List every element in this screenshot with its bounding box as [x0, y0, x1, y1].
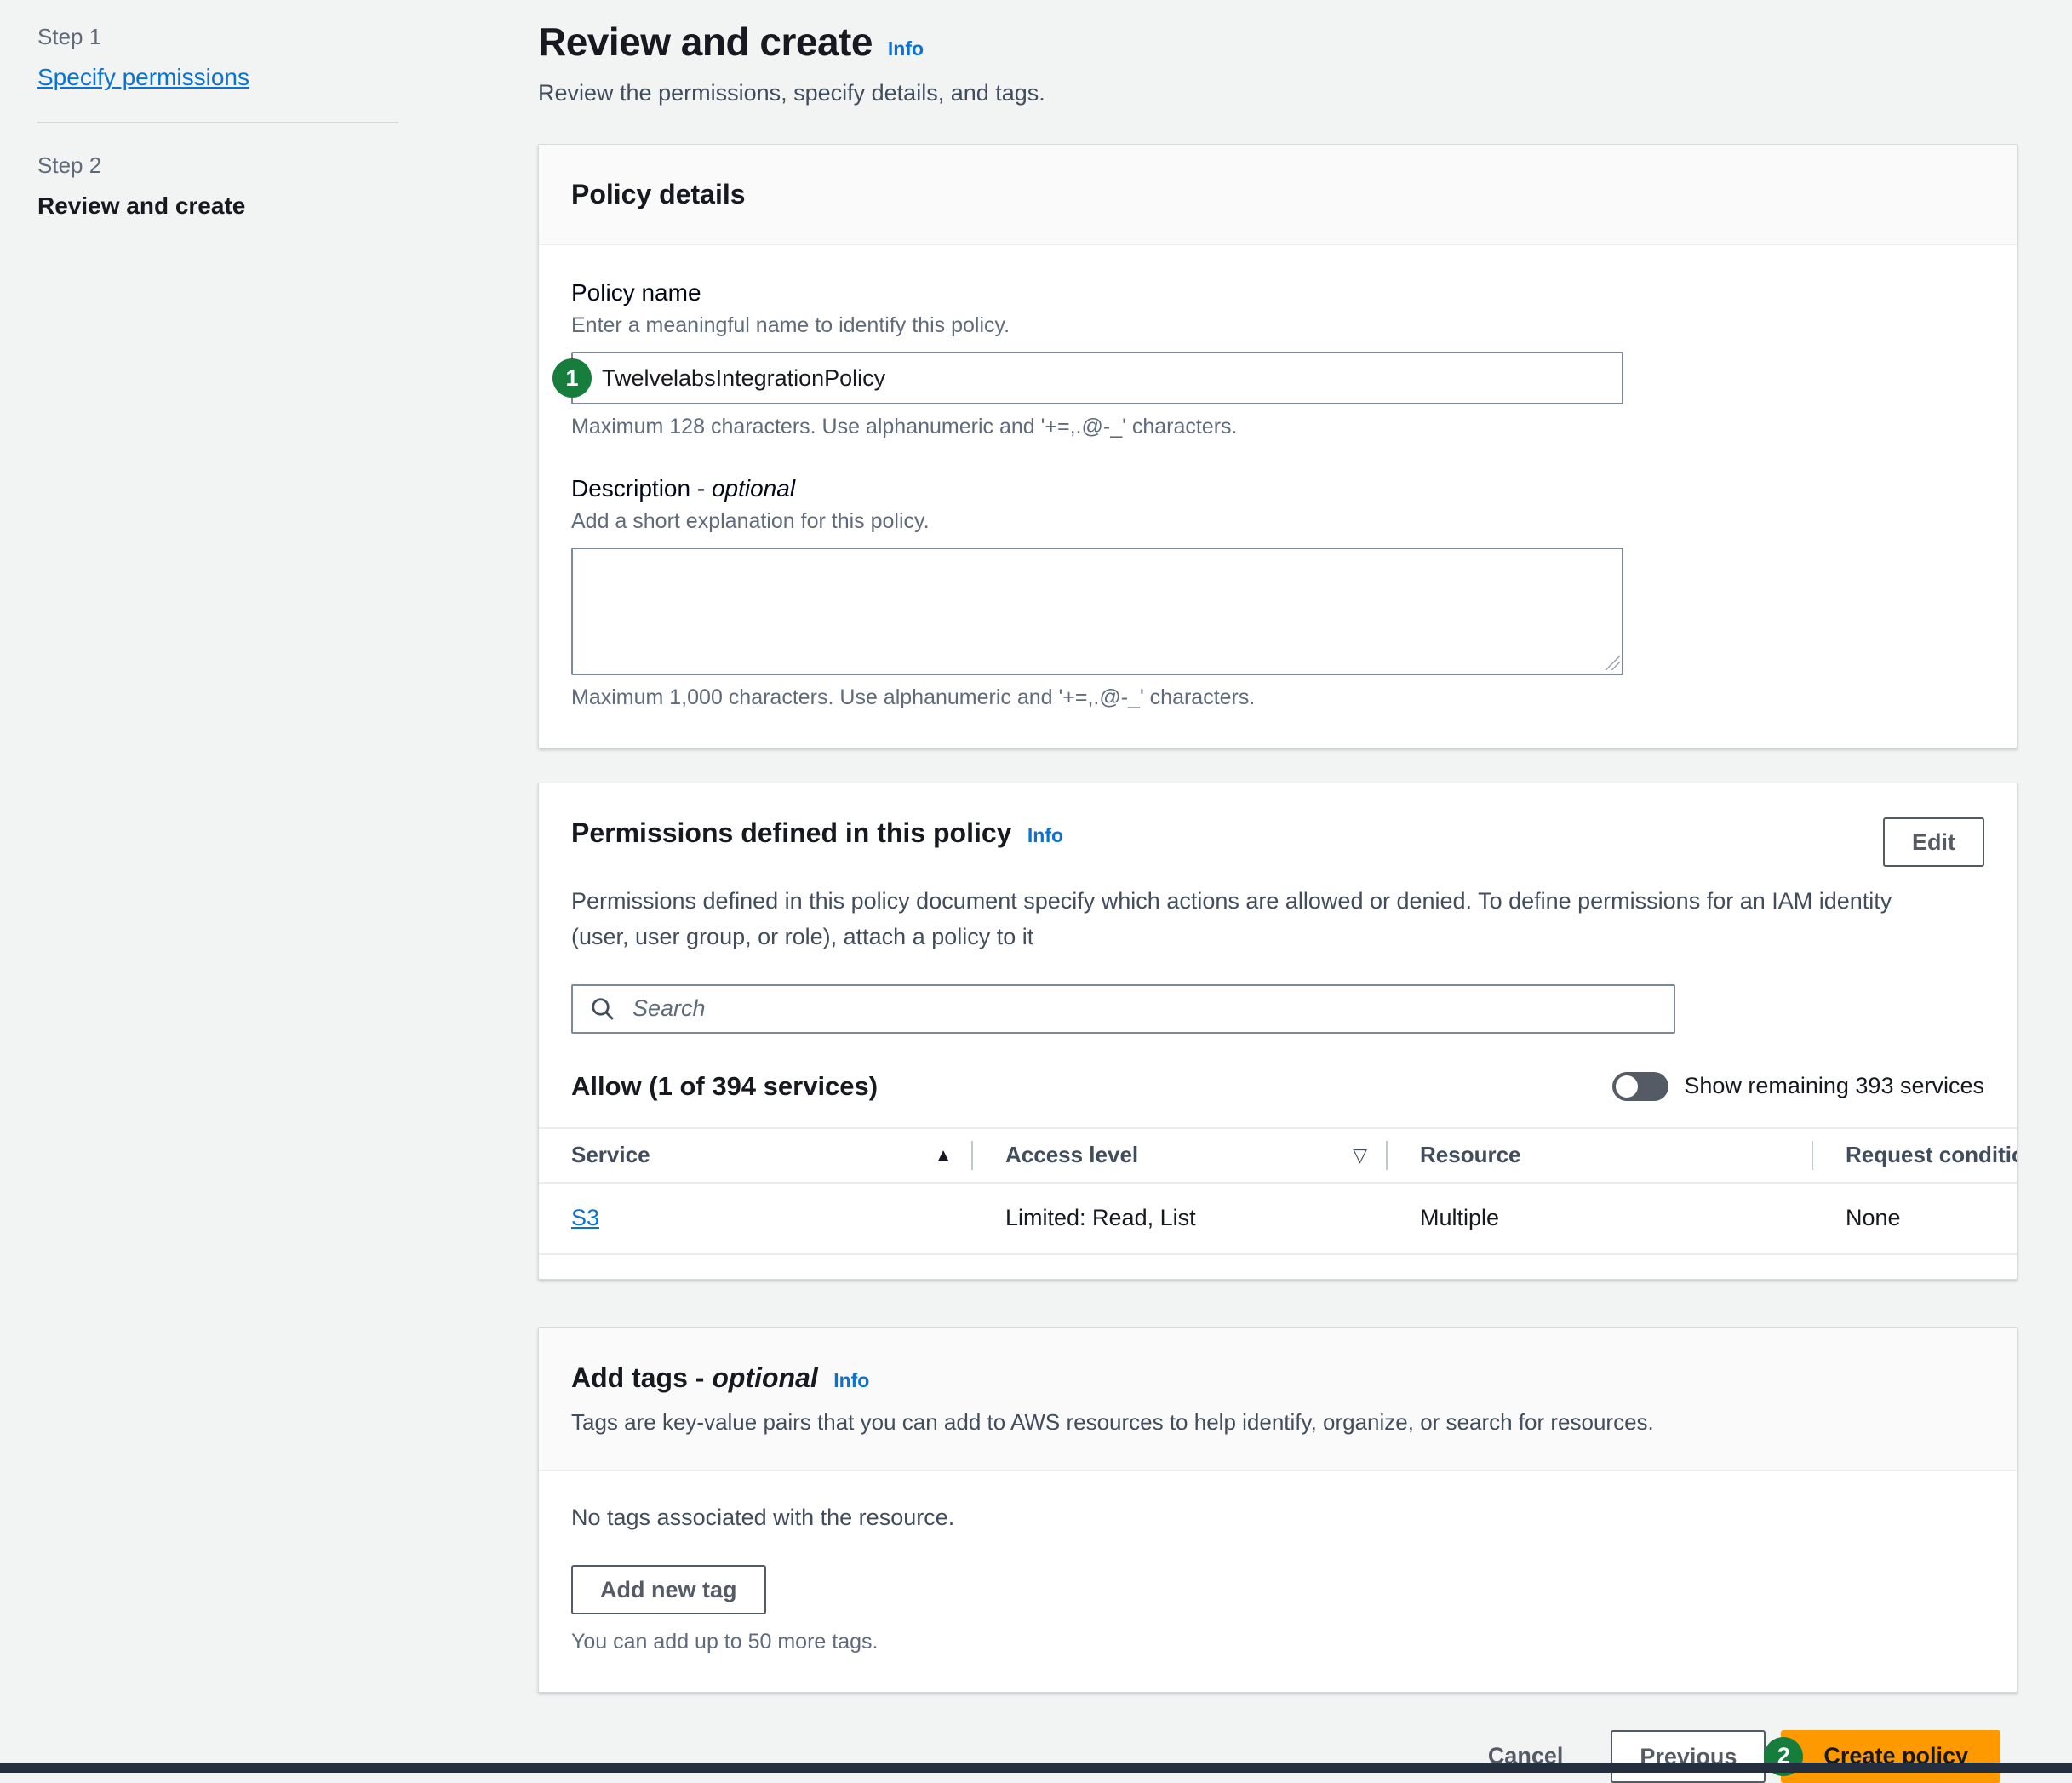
- description-label: Description - optional: [571, 475, 1984, 502]
- policy-name-input[interactable]: [571, 352, 1623, 404]
- description-optional-text: optional: [712, 475, 795, 502]
- column-header-access-level-label: Access level: [1005, 1142, 1138, 1168]
- resource-cell: Multiple: [1388, 1205, 1813, 1231]
- add-tags-title: Add tags - optional: [571, 1362, 818, 1393]
- add-tags-description: Tags are key-value pairs that you can ad…: [571, 1409, 1984, 1436]
- permissions-info-link[interactable]: Info: [1027, 824, 1063, 846]
- tags-limit-hint: You can add up to 50 more tags.: [571, 1630, 1984, 1654]
- add-tags-info-link[interactable]: Info: [833, 1369, 869, 1391]
- main-content: Review and create Info Review the permis…: [538, 19, 2018, 1783]
- show-remaining-services-toggle[interactable]: [1612, 1072, 1668, 1101]
- page-subtitle: Review the permissions, specify details,…: [538, 80, 2018, 106]
- no-tags-text: No tags associated with the resource.: [571, 1505, 1984, 1531]
- add-tags-title-text: Add tags -: [571, 1362, 704, 1393]
- step-1-label: Step 1: [37, 24, 398, 50]
- wizard-footer: Cancel Previous 2 Create policy: [538, 1730, 2018, 1783]
- sidebar-item-specify-permissions[interactable]: Specify permissions: [37, 64, 249, 91]
- table-row: S3 Limited: Read, List Multiple None: [539, 1184, 2017, 1255]
- column-header-resource[interactable]: Resource: [1388, 1129, 1813, 1182]
- permissions-card: Permissions defined in this policy Info …: [538, 783, 2018, 1280]
- add-new-tag-button[interactable]: Add new tag: [571, 1565, 766, 1614]
- column-header-resource-label: Resource: [1420, 1142, 1521, 1168]
- service-s3-link[interactable]: S3: [571, 1205, 599, 1230]
- table-header-row: Service ▲ Access level ▽ Resource Reques…: [539, 1127, 2017, 1184]
- access-level-cell: Limited: Read, List: [973, 1205, 1388, 1231]
- wizard-steps-sidebar: Step 1 Specify permissions Step 2 Review…: [37, 24, 398, 220]
- column-header-service[interactable]: Service ▲: [539, 1129, 973, 1182]
- permissions-description: Permissions defined in this policy docum…: [539, 867, 1969, 955]
- show-remaining-services-label: Show remaining 393 services: [1684, 1073, 1984, 1099]
- column-header-service-label: Service: [571, 1142, 650, 1168]
- page-title: Review and create: [538, 19, 873, 65]
- policy-details-card: Policy details Policy name Enter a meani…: [538, 144, 2018, 748]
- description-textarea[interactable]: [571, 548, 1623, 675]
- sort-asc-icon[interactable]: ▲: [934, 1144, 953, 1167]
- previous-button[interactable]: Previous: [1611, 1730, 1766, 1783]
- column-header-access-level[interactable]: Access level ▽: [973, 1129, 1388, 1182]
- description-help: Add a short explanation for this policy.: [571, 509, 1984, 534]
- description-hint: Maximum 1,000 characters. Use alphanumer…: [571, 685, 1984, 710]
- sidebar-item-review-and-create: Review and create: [37, 192, 398, 220]
- bottom-bar: [0, 1763, 2072, 1773]
- policy-details-title: Policy details: [571, 179, 746, 209]
- request-conditions-cell: None: [1813, 1205, 2017, 1231]
- page-title-info-link[interactable]: Info: [888, 37, 924, 60]
- search-icon: [590, 996, 615, 1022]
- create-policy-button[interactable]: Create policy: [1781, 1730, 2000, 1783]
- resize-handle-icon[interactable]: [1605, 655, 1620, 670]
- search-input[interactable]: [571, 984, 1675, 1034]
- allow-services-heading: Allow (1 of 394 services): [571, 1071, 878, 1102]
- edit-permissions-button[interactable]: Edit: [1883, 817, 1984, 867]
- add-tags-optional-text: optional: [712, 1362, 817, 1393]
- permissions-table: Service ▲ Access level ▽ Resource Reques…: [539, 1127, 2017, 1279]
- policy-name-hint: Maximum 128 characters. Use alphanumeric…: [571, 415, 1984, 439]
- add-tags-card: Add tags - optional Info Tags are key-va…: [538, 1327, 2018, 1693]
- policy-name-label: Policy name: [571, 279, 1984, 307]
- step-2-label: Step 2: [37, 152, 398, 179]
- policy-name-help: Enter a meaningful name to identify this…: [571, 313, 1984, 338]
- toggle-knob: [1616, 1075, 1638, 1098]
- column-header-request-conditions-label: Request conditions: [1846, 1142, 2017, 1168]
- annotation-badge-1: 1: [552, 358, 592, 398]
- column-header-request-conditions[interactable]: Request conditions: [1813, 1129, 2017, 1182]
- permissions-title: Permissions defined in this policy: [571, 817, 1011, 848]
- sort-desc-icon[interactable]: ▽: [1353, 1144, 1367, 1167]
- description-label-text: Description -: [571, 475, 705, 502]
- step-divider: [37, 122, 398, 123]
